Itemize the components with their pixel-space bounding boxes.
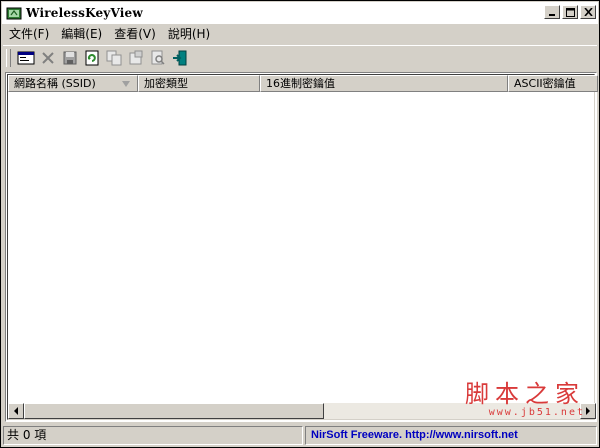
title-bar[interactable]: WirelessKeyView	[2, 2, 598, 24]
refresh-button[interactable]	[81, 47, 103, 69]
properties-button[interactable]	[15, 47, 37, 69]
list-frame: 網路名稱 (SSID) 加密類型 16進制密鑰值 ASCII密鑰值	[7, 74, 598, 420]
exit-button[interactable]	[169, 47, 191, 69]
exit-icon	[173, 50, 187, 66]
arrow-left-icon	[14, 407, 18, 415]
toolbar	[3, 45, 597, 70]
close-button[interactable]	[580, 5, 596, 19]
window-controls	[544, 5, 596, 19]
app-icon	[6, 7, 22, 20]
properties-icon	[17, 51, 35, 65]
watermark: 脚本之家 www.jb51.net	[465, 381, 585, 418]
key-list[interactable]: 網路名稱 (SSID) 加密類型 16進制密鑰值 ASCII密鑰值	[5, 72, 598, 422]
save-button[interactable]	[59, 47, 81, 69]
maximize-button[interactable]	[562, 5, 578, 19]
maximize-icon	[565, 7, 575, 17]
html-report-button[interactable]	[125, 47, 147, 69]
minimize-button[interactable]	[544, 5, 560, 19]
column-header-hex-key[interactable]: 16進制密鑰值	[260, 75, 508, 92]
column-label: 加密類型	[144, 77, 188, 90]
column-label: 16進制密鑰值	[266, 77, 335, 90]
column-header-ascii-key[interactable]: ASCII密鑰值	[508, 75, 598, 92]
find-icon	[151, 50, 165, 65]
item-count: 共 0 項	[3, 426, 303, 445]
menu-file[interactable]: 文件(F)	[3, 25, 55, 43]
nirsoft-link[interactable]: NirSoft Freeware. http://www.nirsoft.net	[305, 426, 597, 445]
column-label: ASCII密鑰值	[514, 77, 576, 90]
delete-icon	[42, 52, 54, 64]
sort-arrow-icon	[122, 81, 130, 87]
list-header: 網路名稱 (SSID) 加密類型 16進制密鑰值 ASCII密鑰值	[8, 75, 598, 92]
delete-button[interactable]	[37, 47, 59, 69]
scroll-left-button[interactable]	[8, 403, 24, 419]
copy-button[interactable]	[103, 47, 125, 69]
menu-bar: 文件(F) 編輯(E) 查看(V) 說明(H)	[3, 24, 216, 43]
menu-help[interactable]: 說明(H)	[162, 25, 216, 43]
menu-view[interactable]: 查看(V)	[108, 25, 162, 43]
window-title: WirelessKeyView	[26, 6, 143, 20]
find-button[interactable]	[147, 47, 169, 69]
arrow-right-icon	[586, 407, 590, 415]
scroll-thumb[interactable]	[24, 403, 324, 419]
minimize-icon	[549, 14, 555, 16]
save-icon	[63, 51, 77, 65]
watermark-text: 脚本之家	[465, 380, 585, 408]
column-header-encryption[interactable]: 加密類型	[138, 75, 260, 92]
refresh-icon	[85, 50, 99, 66]
menu-edit[interactable]: 編輯(E)	[55, 25, 108, 43]
close-icon	[583, 8, 593, 16]
copy-icon	[106, 50, 122, 66]
html-report-icon	[129, 50, 143, 65]
column-header-ssid[interactable]: 網路名稱 (SSID)	[8, 75, 138, 92]
app-window: WirelessKeyView 文件(F) 編輯(E) 查看(V) 說明(H)	[0, 0, 600, 448]
watermark-url: www.jb51.net	[488, 407, 585, 418]
status-bar: 共 0 項 NirSoft Freeware. http://www.nirso…	[3, 426, 597, 445]
toolbar-grip[interactable]	[6, 49, 11, 67]
column-label: 網路名稱 (SSID)	[14, 77, 96, 90]
